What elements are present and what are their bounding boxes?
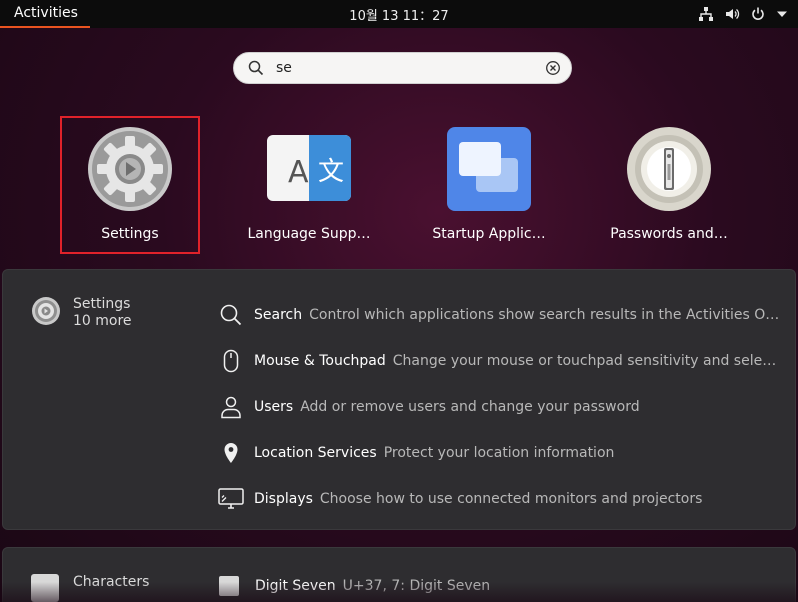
- result-row-displays[interactable]: Displays Choose how to use connected mon…: [217, 476, 783, 522]
- result-row-mouse-touchpad[interactable]: Mouse & Touchpad Change your mouse or to…: [217, 338, 783, 384]
- app-language-support[interactable]: A 文 Language Supp…: [239, 118, 379, 254]
- search-provider-settings[interactable]: Settings 10 more: [31, 296, 132, 330]
- passwords-keyring-icon: [626, 126, 712, 212]
- settings-gear-icon: [87, 126, 173, 212]
- app-settings[interactable]: Settings: [60, 116, 200, 254]
- result-row-digit-seven[interactable]: Digit Seven U+37, 7: Digit Seven: [219, 576, 490, 596]
- search-box[interactable]: [233, 52, 572, 84]
- app-passwords-and-keys[interactable]: Passwords and…: [599, 118, 739, 254]
- settings-results-list: Search Control which applications show s…: [217, 292, 783, 522]
- network-icon[interactable]: [698, 6, 714, 22]
- result-description: U+37, 7: Digit Seven: [342, 578, 491, 594]
- display-icon: [217, 485, 245, 513]
- chevron-down-icon[interactable]: [776, 8, 788, 20]
- app-startup-applications[interactable]: Startup Applic…: [419, 118, 559, 254]
- search-icon: [248, 60, 264, 76]
- characters-app-icon: [31, 574, 59, 602]
- app-results-grid: Settings A 文 Language Supp… Startup Appl…: [0, 110, 798, 260]
- volume-icon[interactable]: [724, 6, 740, 22]
- system-tray[interactable]: [698, 0, 788, 28]
- result-row-users[interactable]: Users Add or remove users and change you…: [217, 384, 783, 430]
- characters-results-panel: Characters Digit Seven U+37, 7: Digit Se…: [2, 547, 796, 602]
- language-support-icon: A 文: [266, 126, 352, 212]
- top-bar: Activities: [0, 0, 798, 28]
- app-label: Startup Applic…: [432, 226, 546, 242]
- clear-search-icon[interactable]: [545, 60, 561, 76]
- result-description: Protect your location information: [383, 445, 615, 461]
- power-icon[interactable]: [750, 6, 766, 22]
- result-description: Choose how to use connected monitors and…: [319, 491, 703, 507]
- result-title: Users: [254, 399, 294, 415]
- svg-text:文: 文: [318, 157, 344, 187]
- search-input[interactable]: [264, 60, 545, 76]
- provider-more-count: 10 more: [73, 313, 132, 329]
- result-row-search[interactable]: Search Control which applications show s…: [217, 292, 783, 338]
- result-title: Digit Seven: [255, 578, 336, 594]
- result-title: Location Services: [254, 445, 377, 461]
- settings-gear-icon: [31, 296, 61, 330]
- activities-button[interactable]: Activities: [0, 0, 90, 28]
- search-icon: [217, 301, 245, 329]
- location-pin-icon: [217, 439, 245, 467]
- search-provider-characters[interactable]: Characters: [31, 574, 149, 602]
- mouse-icon: [217, 347, 245, 375]
- app-label: Settings: [101, 226, 159, 242]
- result-row-location-services[interactable]: Location Services Protect your location …: [217, 430, 783, 476]
- result-description: Control which applications show search r…: [309, 307, 783, 323]
- result-description: Add or remove users and change your pass…: [300, 399, 640, 415]
- result-description: Change your mouse or touchpad sensitivit…: [392, 353, 783, 369]
- app-label: Passwords and…: [610, 226, 728, 242]
- result-title: Displays: [254, 491, 313, 507]
- character-glyph-icon: [219, 576, 239, 596]
- provider-name: Characters: [73, 574, 150, 590]
- provider-name: Settings: [73, 296, 131, 312]
- settings-results-panel: Settings 10 more Search Control which ap…: [2, 269, 796, 530]
- result-title: Mouse & Touchpad: [254, 353, 386, 369]
- startup-applications-icon: [446, 126, 532, 212]
- svg-text:A: A: [288, 155, 309, 190]
- user-icon: [217, 393, 245, 421]
- result-title: Search: [254, 307, 303, 323]
- app-label: Language Supp…: [247, 226, 371, 242]
